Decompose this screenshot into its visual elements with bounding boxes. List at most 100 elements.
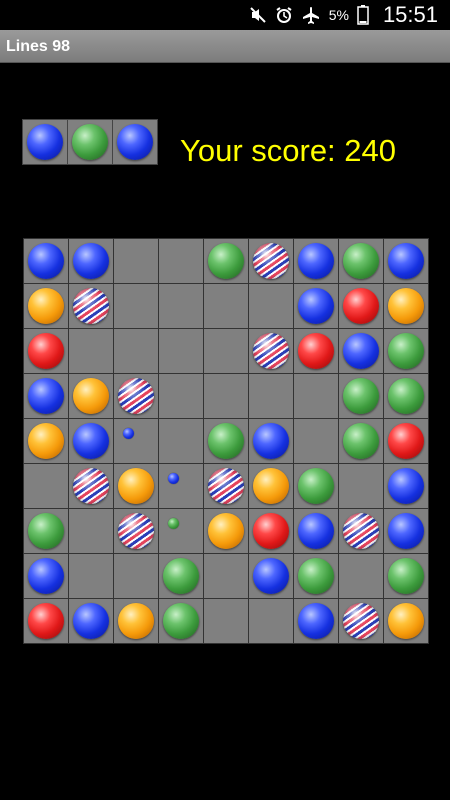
- board-cell-r4-c5[interactable]: [204, 374, 248, 418]
- orange-ball[interactable]: [208, 513, 244, 549]
- green-ball[interactable]: [208, 423, 244, 459]
- green-ball[interactable]: [298, 468, 334, 504]
- green-ball[interactable]: [28, 513, 64, 549]
- red-ball[interactable]: [253, 513, 289, 549]
- board-cell-r4-c4[interactable]: [159, 374, 203, 418]
- blue-ball[interactable]: [253, 558, 289, 594]
- board-cell-r3-c9[interactable]: [384, 329, 428, 373]
- board-cell-r7-c9[interactable]: [384, 509, 428, 553]
- board-cell-r2-c4[interactable]: [159, 284, 203, 328]
- board-cell-r3-c7[interactable]: [294, 329, 338, 373]
- blue-ball[interactable]: [343, 333, 379, 369]
- board-cell-r5-c5[interactable]: [204, 419, 248, 463]
- green-ball[interactable]: [343, 243, 379, 279]
- blue-ball[interactable]: [73, 603, 109, 639]
- board-cell-r7-c6[interactable]: [249, 509, 293, 553]
- orange-ball[interactable]: [388, 288, 424, 324]
- board-cell-r6-c6[interactable]: [249, 464, 293, 508]
- board-cell-r5-c6[interactable]: [249, 419, 293, 463]
- board-cell-r2-c7[interactable]: [294, 284, 338, 328]
- board-cell-r9-c2[interactable]: [69, 599, 113, 643]
- red-ball[interactable]: [28, 333, 64, 369]
- board-cell-r3-c8[interactable]: [339, 329, 383, 373]
- board-cell-r4-c8[interactable]: [339, 374, 383, 418]
- game-board[interactable]: [23, 238, 429, 644]
- orange-ball[interactable]: [118, 468, 154, 504]
- orange-ball[interactable]: [118, 603, 154, 639]
- board-cell-r9-c9[interactable]: [384, 599, 428, 643]
- board-cell-r8-c6[interactable]: [249, 554, 293, 598]
- striped-ball[interactable]: [208, 468, 244, 504]
- board-cell-r4-c2[interactable]: [69, 374, 113, 418]
- board-cell-r2-c1[interactable]: [24, 284, 68, 328]
- green-ball[interactable]: [163, 558, 199, 594]
- board-cell-r8-c3[interactable]: [114, 554, 158, 598]
- board-cell-r3-c2[interactable]: [69, 329, 113, 373]
- board-cell-r3-c3[interactable]: [114, 329, 158, 373]
- board-cell-r8-c2[interactable]: [69, 554, 113, 598]
- board-cell-r1-c9[interactable]: [384, 239, 428, 283]
- striped-ball[interactable]: [73, 468, 109, 504]
- board-cell-r5-c1[interactable]: [24, 419, 68, 463]
- board-cell-r4-c7[interactable]: [294, 374, 338, 418]
- board-cell-r5-c3[interactable]: [114, 419, 158, 463]
- green-ball[interactable]: [298, 558, 334, 594]
- blue-ball[interactable]: [388, 468, 424, 504]
- orange-ball[interactable]: [28, 423, 64, 459]
- board-cell-r9-c8[interactable]: [339, 599, 383, 643]
- board-cell-r7-c8[interactable]: [339, 509, 383, 553]
- board-cell-r9-c7[interactable]: [294, 599, 338, 643]
- blue-ball[interactable]: [298, 603, 334, 639]
- blue-ball[interactable]: [298, 288, 334, 324]
- board-cell-r6-c1[interactable]: [24, 464, 68, 508]
- board-cell-r2-c5[interactable]: [204, 284, 248, 328]
- board-cell-r6-c5[interactable]: [204, 464, 248, 508]
- blue-ball[interactable]: [73, 423, 109, 459]
- red-ball[interactable]: [388, 423, 424, 459]
- green-ball[interactable]: [388, 333, 424, 369]
- board-cell-r5-c8[interactable]: [339, 419, 383, 463]
- board-cell-r5-c9[interactable]: [384, 419, 428, 463]
- blue-ball[interactable]: [388, 243, 424, 279]
- board-cell-r1-c3[interactable]: [114, 239, 158, 283]
- green-ball[interactable]: [208, 243, 244, 279]
- board-cell-r9-c6[interactable]: [249, 599, 293, 643]
- board-cell-r1-c4[interactable]: [159, 239, 203, 283]
- green-ball[interactable]: [388, 378, 424, 414]
- blue-ball[interactable]: [388, 513, 424, 549]
- board-cell-r9-c4[interactable]: [159, 599, 203, 643]
- orange-ball[interactable]: [28, 288, 64, 324]
- board-cell-r7-c7[interactable]: [294, 509, 338, 553]
- green-ball[interactable]: [163, 603, 199, 639]
- board-cell-r4-c1[interactable]: [24, 374, 68, 418]
- board-cell-r9-c3[interactable]: [114, 599, 158, 643]
- blue-ball[interactable]: [253, 423, 289, 459]
- board-cell-r5-c2[interactable]: [69, 419, 113, 463]
- striped-ball[interactable]: [118, 378, 154, 414]
- striped-ball[interactable]: [73, 288, 109, 324]
- board-cell-r9-c5[interactable]: [204, 599, 248, 643]
- striped-ball[interactable]: [343, 513, 379, 549]
- board-cell-r8-c7[interactable]: [294, 554, 338, 598]
- striped-ball[interactable]: [118, 513, 154, 549]
- board-cell-r3-c6[interactable]: [249, 329, 293, 373]
- board-cell-r6-c3[interactable]: [114, 464, 158, 508]
- board-cell-r6-c4[interactable]: [159, 464, 203, 508]
- board-cell-r6-c2[interactable]: [69, 464, 113, 508]
- board-cell-r1-c7[interactable]: [294, 239, 338, 283]
- board-cell-r6-c7[interactable]: [294, 464, 338, 508]
- board-cell-r4-c6[interactable]: [249, 374, 293, 418]
- board-cell-r8-c4[interactable]: [159, 554, 203, 598]
- striped-ball[interactable]: [253, 333, 289, 369]
- board-cell-r1-c5[interactable]: [204, 239, 248, 283]
- green-ball[interactable]: [343, 378, 379, 414]
- board-cell-r7-c2[interactable]: [69, 509, 113, 553]
- board-cell-r4-c3[interactable]: [114, 374, 158, 418]
- board-cell-r8-c1[interactable]: [24, 554, 68, 598]
- board-cell-r8-c5[interactable]: [204, 554, 248, 598]
- board-cell-r2-c9[interactable]: [384, 284, 428, 328]
- blue-ball[interactable]: [298, 513, 334, 549]
- board-cell-r6-c8[interactable]: [339, 464, 383, 508]
- orange-ball[interactable]: [388, 603, 424, 639]
- board-cell-r7-c5[interactable]: [204, 509, 248, 553]
